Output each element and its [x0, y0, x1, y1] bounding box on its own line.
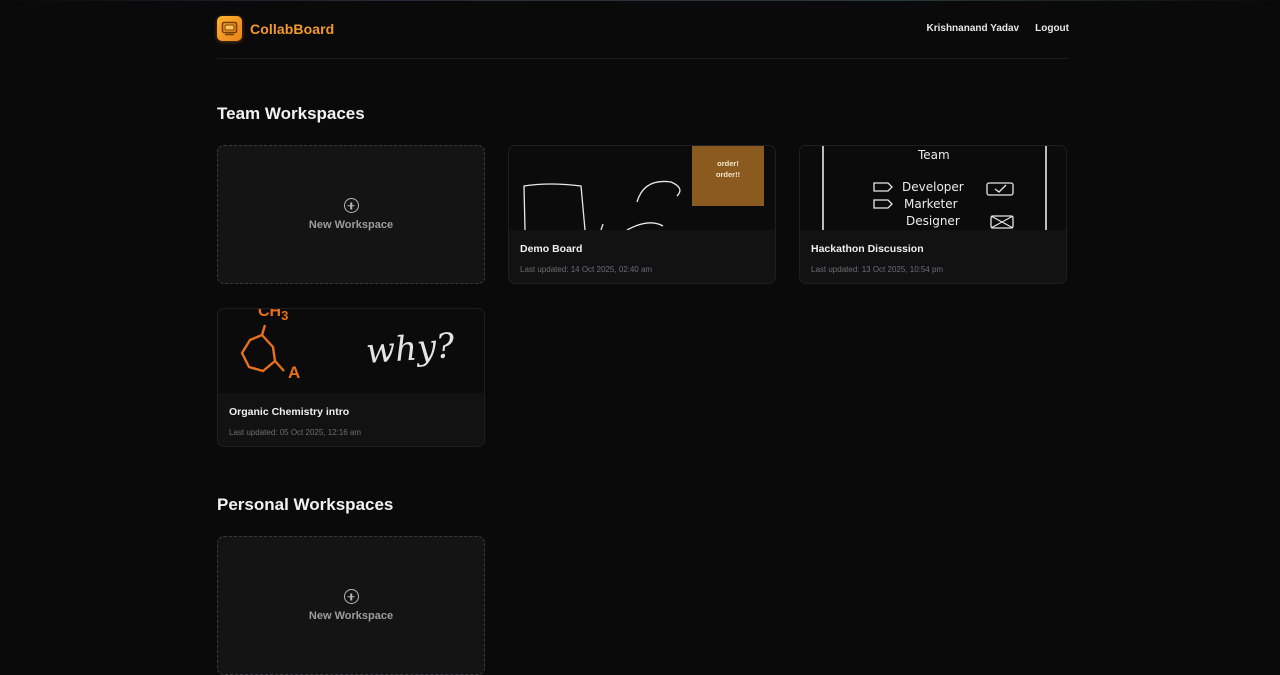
hackathon-heading: Team [918, 148, 950, 162]
board-thumbnail: Team Developer Marketer Designer [800, 146, 1066, 230]
chem-atom-label: A [288, 363, 301, 382]
team-workspaces-heading: Team Workspaces [217, 104, 365, 123]
board-title: Hackathon Discussion [811, 243, 924, 255]
app-header: CollabBoard Krishnanand Yadav Logout [217, 0, 1069, 59]
new-team-workspace-button[interactable]: New Workspace [217, 145, 485, 284]
brand[interactable]: CollabBoard [217, 16, 334, 41]
plus-circle-icon [343, 198, 359, 213]
new-workspace-label: New Workspace [308, 610, 394, 622]
new-workspace-label: New Workspace [308, 219, 394, 231]
chem-formula-text: CH [258, 308, 282, 320]
plus-circle-icon [343, 589, 359, 604]
board-updated: Last updated: 14 Oct 2025, 02:40 am [520, 265, 653, 274]
chem-formula-subscript: 3 [281, 308, 289, 323]
logout-button[interactable]: Logout [1035, 23, 1069, 34]
arrow-icon [873, 199, 893, 209]
board-card-organic-chemistry[interactable]: CH3 A why? Organic Chemistry intro Last … [217, 308, 485, 447]
board-card-hackathon[interactable]: Team Developer Marketer Designer Hackath… [799, 145, 1067, 284]
board-updated: Last updated: 13 Oct 2025, 10:54 pm [811, 265, 944, 274]
role-designer: Designer [906, 214, 960, 228]
chem-formula: CH3 [258, 308, 289, 323]
header-nav: Krishnanand Yadav Logout [926, 23, 1069, 34]
personal-workspaces-heading: Personal Workspaces [217, 495, 394, 514]
sticky-note-text: order! order!! [715, 159, 741, 179]
new-personal-workspace-button[interactable]: New Workspace [217, 536, 485, 675]
brand-name: CollabBoard [250, 20, 335, 37]
role-marketer: Marketer [904, 197, 958, 211]
board-updated: Last updated: 05 Oct 2025, 12:16 am [229, 428, 362, 437]
board-thumbnail: CH3 A why? [218, 309, 484, 393]
sketch-stroke [523, 183, 586, 230]
board-card-demo[interactable]: order! order!! Demo Board Last updated: … [508, 145, 776, 284]
board-title: Demo Board [520, 243, 583, 255]
role-developer: Developer [902, 180, 964, 194]
user-name[interactable]: Krishnanand Yadav [926, 23, 1019, 34]
board-title: Organic Chemistry intro [229, 406, 350, 418]
arrow-icon [873, 182, 893, 192]
checkbox-icon [986, 182, 1014, 196]
page-container: CollabBoard Krishnanand Yadav Logout [217, 0, 1069, 59]
board-thumbnail: order! order!! [509, 146, 775, 230]
why-question-text: why? [364, 325, 456, 373]
benzene-ring-sketch [240, 324, 277, 373]
whiteboard-logo-icon [217, 16, 242, 41]
